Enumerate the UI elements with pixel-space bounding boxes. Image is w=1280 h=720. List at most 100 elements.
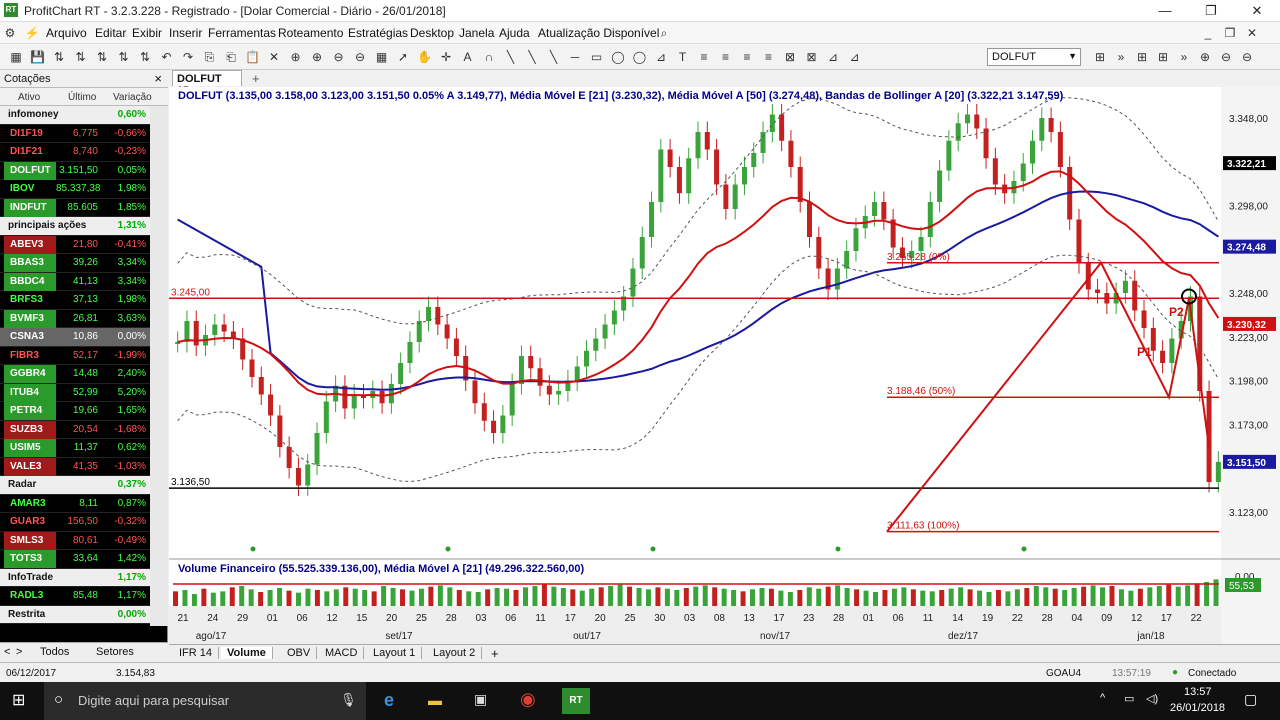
ins1-icon[interactable]: ⇅ [51, 49, 67, 65]
quote-row[interactable]: PETR4 19,66 1,65% [0, 402, 150, 421]
chart-area[interactable]: 3.348,00 3.298,00 3.248,00 3.223,00 3.198,00… [169, 87, 1280, 662]
menu-0[interactable]: Arquivo [46, 26, 87, 40]
line2-icon[interactable]: ╲ [524, 49, 540, 65]
chrome-icon[interactable]: ◉ [520, 689, 536, 710]
quote-row[interactable]: DI1F19 6,775 -0,66% [0, 125, 150, 143]
tab-macd[interactable]: MACD [319, 647, 365, 659]
ellipse-icon[interactable]: ◯ [610, 49, 626, 65]
quote-row[interactable]: IBOV 85.337,38 1,98% [0, 180, 150, 199]
taskbar-search[interactable]: ○ Digite aqui para pesquisar 🎙 [44, 682, 366, 720]
app-menu-icon[interactable]: ⚙ [2, 25, 18, 41]
tab-volume[interactable]: Volume [221, 647, 273, 659]
quote-row[interactable]: DI1F21 8,740 -0,23% [0, 143, 150, 162]
column-header-ultimo[interactable]: Último [68, 92, 96, 103]
zoom-in-icon[interactable]: ⊕ [288, 49, 304, 65]
close-icon[interactable]: × [154, 71, 162, 86]
fib4-icon[interactable]: ≡ [761, 49, 777, 65]
save-icon[interactable]: 💾 [30, 49, 46, 65]
quote-row[interactable]: SMLS3 80,61 -0,49% [0, 531, 150, 550]
quote-row[interactable]: VALE3 41,35 -1,03% [0, 457, 150, 476]
right-tool-4-icon[interactable]: » [1176, 49, 1192, 65]
tab-setores[interactable]: Setores [96, 646, 134, 658]
right-tool-5-icon[interactable]: ⊕ [1197, 49, 1213, 65]
quote-row[interactable]: BBAS3 39,26 3,34% [0, 254, 150, 273]
search-icon[interactable]: ⌕ [656, 25, 672, 41]
add-tab-icon[interactable]: + [252, 71, 260, 86]
fib-icon[interactable]: ≡ [696, 49, 712, 65]
right-tool-3-icon[interactable]: ⊞ [1155, 49, 1171, 65]
crosshair-icon[interactable]: ✛ [438, 49, 454, 65]
right-tool-2-icon[interactable]: ⊞ [1134, 49, 1150, 65]
quote-row[interactable]: BVMF3 26,81 3,63% [0, 309, 150, 328]
windows-start-icon[interactable]: ⊞ [12, 690, 25, 710]
tab-chart-dolfut[interactable]: DOLFUT 1D [172, 70, 242, 97]
quote-row[interactable]: GGBR4 14,48 2,40% [0, 365, 150, 384]
quote-row[interactable]: SUZB3 20,54 -1,68% [0, 420, 150, 439]
copy-icon[interactable]: ⎘ [202, 49, 218, 65]
study2-icon[interactable]: ⊠ [804, 49, 820, 65]
network-icon[interactable]: ▭ [1124, 692, 1134, 705]
maximize-icon[interactable]: ❐ [1188, 0, 1234, 22]
line-icon[interactable]: ╲ [503, 49, 519, 65]
right-tool-1-icon[interactable]: » [1113, 49, 1129, 65]
menu-4[interactable]: Ferramentas [208, 26, 276, 40]
quote-row[interactable]: FIBR3 52,17 -1,99% [0, 347, 150, 365]
symbol-input[interactable]: DOLFUT ▼ [987, 48, 1081, 66]
circle-icon[interactable]: ◯ [632, 49, 648, 65]
column-header-variacao[interactable]: Variação [113, 92, 152, 103]
rect-icon[interactable]: ▭ [589, 49, 605, 65]
zoom-out2-icon[interactable]: ⊖ [352, 49, 368, 65]
menu-8[interactable]: Janela [459, 26, 494, 40]
magnet-icon[interactable]: ∩ [481, 49, 497, 65]
clipboard-icon[interactable]: 📋 [245, 49, 261, 65]
volume-icon[interactable]: ◁) [1146, 692, 1158, 705]
tab-obv[interactable]: OBV [281, 647, 318, 659]
quote-row[interactable]: RADL3 85,48 1,17% [0, 587, 150, 606]
quote-row[interactable]: ITUB4 52,99 5,20% [0, 383, 150, 402]
study1-icon[interactable]: ⊠ [782, 49, 798, 65]
profitchart-taskbar-icon[interactable]: RT [562, 688, 590, 714]
ins5-icon[interactable]: ⇅ [137, 49, 153, 65]
redo-icon[interactable]: ↷ [180, 49, 196, 65]
tray-arrow-icon[interactable]: ^ [1100, 692, 1105, 704]
mdi-close-icon[interactable]: ✕ [1244, 25, 1260, 41]
tab-layout1[interactable]: Layout 1 [367, 647, 423, 659]
microphone-icon[interactable]: 🎙 [340, 692, 357, 708]
right-tool-6-icon[interactable]: ⊖ [1218, 49, 1234, 65]
quote-row[interactable]: CSNA3 10,86 0,00% [0, 328, 150, 347]
price-chart[interactable]: 3.348,00 3.298,00 3.248,00 3.223,00 3.198,00… [169, 87, 1280, 644]
menu-7[interactable]: Desktop [410, 26, 454, 40]
ins3-icon[interactable]: ⇅ [94, 49, 110, 65]
zoom-out-icon[interactable]: ⊖ [331, 49, 347, 65]
quote-group[interactable]: Restrita 0,00% [0, 605, 150, 624]
ins2-icon[interactable]: ⇅ [73, 49, 89, 65]
triangle-icon[interactable]: ⊿ [653, 49, 669, 65]
menu-9[interactable]: Ajuda [499, 26, 530, 40]
menu-2[interactable]: Exibir [132, 26, 162, 40]
mdi-restore-icon[interactable]: ❐ [1222, 25, 1238, 41]
edge-icon[interactable]: e [384, 690, 394, 711]
quote-group[interactable]: Radar 0,37% [0, 476, 150, 495]
undo-icon[interactable]: ↶ [159, 49, 175, 65]
menu-6[interactable]: Estratégias [348, 26, 408, 40]
fib3-icon[interactable]: ≡ [739, 49, 755, 65]
column-header-ativo[interactable]: Ativo [18, 92, 40, 103]
fib2-icon[interactable]: ≡ [718, 49, 734, 65]
quote-row[interactable]: DOLFUT 3.151,50 0,05% [0, 161, 150, 180]
minimize-icon[interactable]: — [1142, 0, 1188, 22]
close-icon[interactable]: ✕ [1234, 0, 1280, 22]
tab-ifr14[interactable]: IFR 14 [173, 647, 220, 659]
quote-group[interactable]: infomoney 0,60% [0, 106, 150, 125]
zoom-in2-icon[interactable]: ⊕ [309, 49, 325, 65]
quote-group[interactable]: principais ações 1,31% [0, 217, 150, 236]
folder-icon[interactable]: ▬ [428, 692, 442, 708]
quote-row[interactable]: BRFS3 37,13 1,98% [0, 291, 150, 310]
quote-row[interactable]: INDFUT 85.605 1,85% [0, 198, 150, 217]
layout-icon[interactable]: ▦ [8, 49, 24, 65]
study3-icon[interactable]: ⊿ [825, 49, 841, 65]
tab-todos[interactable]: Todos [40, 646, 69, 658]
scroll-right-icon[interactable]: > [16, 646, 22, 658]
quotes-scrollbar[interactable] [150, 106, 168, 626]
paste-icon[interactable]: ⎗ [223, 49, 239, 65]
menu-1[interactable]: Editar [95, 26, 126, 40]
